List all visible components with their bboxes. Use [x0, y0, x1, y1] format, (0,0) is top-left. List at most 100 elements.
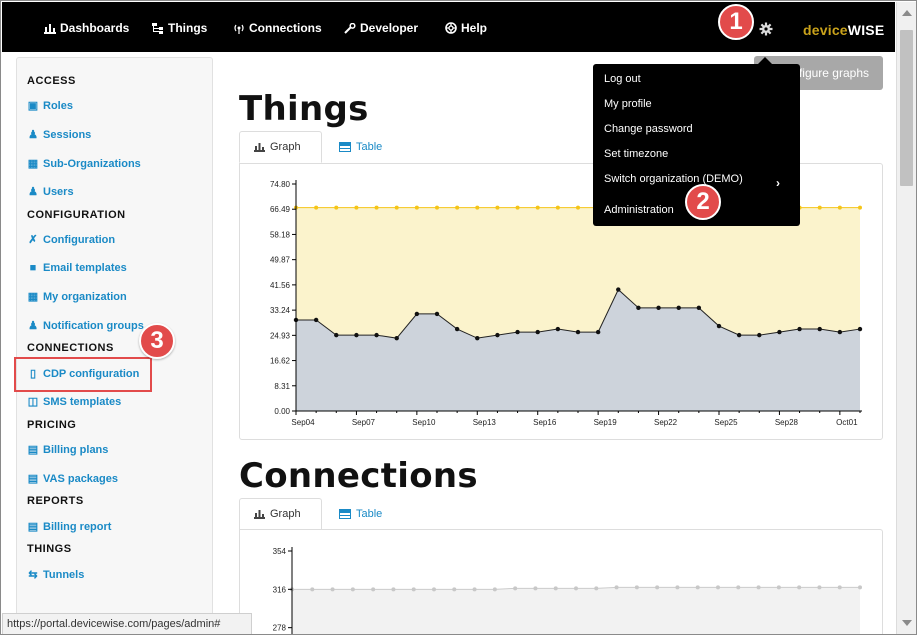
- section-connections: CONNECTIONS: [27, 342, 114, 354]
- menu-item-log-out[interactable]: Log out: [604, 73, 641, 85]
- nav-connections-label: Connections: [249, 21, 322, 35]
- x-tick-label: Sep10: [412, 418, 436, 427]
- scroll-up-arrow-icon[interactable]: [902, 10, 912, 16]
- sidebar-item-sub-organizations[interactable]: ▦ Sub-Organizations: [27, 157, 141, 171]
- data-point: [310, 587, 315, 592]
- menu-item-switch-organization[interactable]: Switch organization (DEMO): [604, 173, 743, 185]
- nav-developer-label: Developer: [360, 21, 419, 35]
- data-point: [515, 329, 520, 335]
- data-point: [555, 326, 561, 332]
- sidebar-item-tunnels[interactable]: ⇆ Tunnels: [27, 568, 84, 582]
- data-point: [553, 586, 558, 591]
- things-heading: Things: [239, 89, 369, 129]
- data-point: [757, 332, 762, 338]
- table-icon: [339, 142, 351, 152]
- sidebar-item-email-templates[interactable]: ■ Email templates: [27, 262, 127, 274]
- scroll-down-arrow-icon[interactable]: [902, 620, 912, 626]
- building-icon: ▦: [27, 158, 39, 170]
- data-point: [472, 587, 477, 592]
- y-tick-label: 316: [273, 585, 287, 594]
- sidebar-item-my-organization[interactable]: ▦ My organization: [27, 290, 127, 304]
- sidebar-item-label: Billing report: [43, 520, 112, 533]
- bar-chart-icon: [254, 510, 265, 519]
- sidebar-item-label: Sessions: [43, 128, 92, 141]
- sidebar-item-sms-templates[interactable]: ◫ SMS templates: [27, 395, 121, 409]
- y-tick-label: 8.31: [274, 382, 290, 391]
- data-point: [756, 585, 761, 590]
- limit-point: [374, 205, 379, 210]
- sidebar-item-notification-groups[interactable]: ♟ Notification groups: [27, 319, 144, 333]
- menu-item-set-timezone[interactable]: Set timezone: [604, 148, 668, 160]
- file-icon: ■: [29, 262, 37, 274]
- annotation-badge-3: 3: [139, 323, 175, 359]
- data-point: [350, 587, 355, 592]
- y-tick-label: 0.00: [274, 407, 290, 416]
- tab-connections-table[interactable]: Table: [325, 498, 396, 530]
- admin-sidebar: ACCESS ▣ Roles ♟ Sessions ▦ Sub-Organizatio…: [16, 57, 213, 634]
- data-point: [313, 317, 319, 323]
- menu-item-my-profile[interactable]: My profile: [604, 98, 652, 110]
- x-tick-label: Sep28: [775, 418, 799, 427]
- limit-point: [455, 205, 460, 210]
- data-point: [837, 585, 842, 590]
- connections-heading: Connections: [239, 456, 478, 496]
- data-point: [513, 586, 518, 591]
- tab-things-graph[interactable]: Graph: [239, 131, 322, 163]
- limit-point: [576, 205, 580, 210]
- x-tick-label: Oct01: [836, 418, 858, 427]
- y-tick-label: 66.49: [270, 205, 291, 214]
- sidebar-item-label: Sub-Organizations: [43, 157, 141, 170]
- users-icon: ♟: [28, 129, 38, 141]
- data-point: [676, 305, 681, 311]
- nav-dashboards[interactable]: Dashboards: [44, 21, 129, 35]
- sidebar-item-billing-plans[interactable]: ▤ Billing plans: [27, 443, 109, 457]
- sidebar-item-sessions[interactable]: ♟ Sessions: [27, 128, 92, 142]
- limit-point: [394, 205, 399, 210]
- sidebar-item-roles[interactable]: ▣ Roles: [27, 99, 73, 113]
- limit-point: [475, 205, 480, 210]
- limit-point: [817, 205, 822, 210]
- building-icon: ▦: [27, 291, 39, 303]
- data-point: [495, 332, 500, 338]
- connections-tabs: Graph Table: [239, 498, 489, 530]
- users-icon: ♟: [28, 186, 38, 198]
- menu-item-administration[interactable]: Administration: [604, 204, 674, 216]
- sidebar-item-users[interactable]: ♟ Users: [27, 185, 74, 199]
- tab-graph-label: Graph: [270, 508, 301, 520]
- connections-graph-panel: 278 316 354: [239, 529, 883, 634]
- lifebuoy-icon: [445, 22, 457, 34]
- settings-gear-button[interactable]: [759, 22, 773, 41]
- limit-point: [555, 205, 560, 210]
- nav-connections[interactable]: Connections: [233, 21, 322, 35]
- data-point: [594, 586, 599, 591]
- limit-point: [858, 205, 862, 210]
- bar-chart-icon: [44, 23, 56, 34]
- data-point: [696, 305, 702, 311]
- x-tick-label: Sep19: [594, 418, 618, 427]
- menu-item-change-password[interactable]: Change password: [604, 123, 693, 135]
- sidebar-item-billing-report[interactable]: ▤ Billing report: [27, 520, 112, 534]
- data-point: [574, 586, 578, 591]
- section-pricing: PRICING: [27, 419, 77, 431]
- tab-things-table[interactable]: Table: [325, 131, 396, 163]
- y-tick-label: 16.62: [270, 357, 291, 366]
- nav-things[interactable]: Things: [152, 21, 207, 35]
- data-point: [535, 329, 540, 335]
- data-point: [533, 586, 538, 591]
- x-tick-label: Sep25: [714, 418, 738, 427]
- sidebar-item-label: Users: [43, 185, 74, 198]
- nav-help[interactable]: Help: [445, 21, 487, 35]
- limit-point: [334, 205, 339, 210]
- tools-icon: ✗: [28, 234, 38, 246]
- data-point: [817, 326, 822, 332]
- tab-connections-graph[interactable]: Graph: [239, 498, 322, 530]
- data-point: [716, 585, 720, 590]
- nav-developer[interactable]: Developer: [344, 21, 418, 35]
- data-point: [354, 332, 359, 338]
- sidebar-item-configuration[interactable]: ✗ Configuration: [27, 233, 115, 247]
- vertical-scrollbar[interactable]: [896, 2, 916, 634]
- data-point: [736, 585, 741, 590]
- sidebar-item-vas-packages[interactable]: ▤ VAS packages: [27, 472, 118, 486]
- data-point: [434, 311, 440, 317]
- scrollbar-thumb[interactable]: [900, 30, 913, 186]
